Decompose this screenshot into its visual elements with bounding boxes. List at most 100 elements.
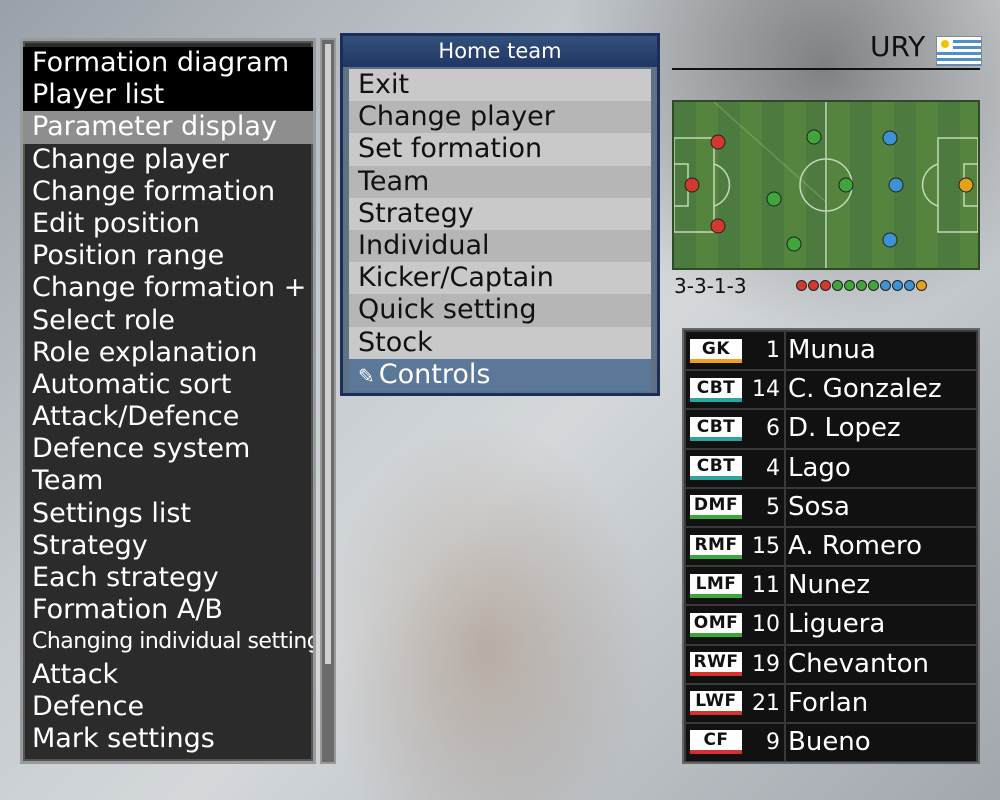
player-name: A. Romero: [786, 527, 976, 566]
help-topic-item[interactable]: Each strategy: [23, 562, 313, 594]
help-topic-item[interactable]: Formation A/B: [23, 594, 313, 626]
player-dot[interactable]: [882, 232, 898, 248]
player-dot[interactable]: [710, 218, 726, 234]
help-topic-item[interactable]: Change formation: [23, 176, 313, 208]
player-dot[interactable]: [838, 177, 854, 193]
menu-item[interactable]: Exit: [349, 69, 651, 102]
shirt-number: 14: [752, 377, 780, 403]
formation-label: 3-3-1-3: [674, 274, 747, 298]
position-badge: RMF: [690, 534, 742, 559]
position-badge: LMF: [690, 573, 742, 598]
help-topic-item[interactable]: Strategy: [23, 530, 313, 562]
help-topic-item[interactable]: Settings list: [23, 498, 313, 530]
player-row[interactable]: CF 9 Bueno: [686, 723, 976, 762]
shirt-number: 5: [766, 494, 780, 520]
player-row[interactable]: OMF 10 Liguera: [686, 606, 976, 644]
menu-item[interactable]: Individual: [349, 229, 651, 263]
position-cell: LWF 21: [686, 684, 784, 722]
player-dot[interactable]: [684, 177, 700, 193]
help-topic-item[interactable]: Role explanation: [23, 337, 313, 369]
help-topic-item[interactable]: Team: [23, 465, 313, 497]
legend-dot: [808, 280, 819, 291]
player-row[interactable]: CBT 4 Lago: [686, 449, 976, 487]
scrollbar-thumb[interactable]: [325, 44, 331, 664]
player-row[interactable]: DMF 5 Sosa: [686, 488, 976, 526]
player-name: D. Lopez: [786, 410, 976, 448]
help-topics-scrollbar[interactable]: [320, 38, 336, 764]
player-row[interactable]: RMF 15 A. Romero: [686, 527, 976, 566]
help-topic-item[interactable]: Defence: [23, 691, 313, 723]
position-cell: OMF 10: [686, 606, 784, 644]
menu-item[interactable]: Change player: [349, 101, 651, 134]
player-name: Munua: [786, 332, 976, 370]
player-dot[interactable]: [958, 177, 974, 193]
menu-item[interactable]: Strategy: [349, 197, 651, 230]
shirt-number: 4: [766, 455, 780, 481]
controller-icon: ✎: [358, 363, 375, 388]
player-dot[interactable]: [888, 177, 904, 193]
legend-dot: [844, 280, 855, 291]
player-dot[interactable]: [882, 130, 898, 146]
menu-item-controls[interactable]: ✎ Controls: [349, 358, 651, 391]
menu-item[interactable]: Team: [349, 165, 651, 198]
shirt-number: 15: [752, 534, 780, 560]
help-topic-item[interactable]: Edit position: [23, 208, 313, 240]
help-topic-item[interactable]: Player list: [23, 79, 313, 112]
help-topic-item[interactable]: Select role: [23, 305, 313, 337]
player-dot[interactable]: [806, 129, 822, 145]
help-topic-item[interactable]: Changing individual settings: [23, 626, 313, 658]
help-topics-list: Formation diagram Player list Parameter di…: [23, 41, 313, 755]
legend-dot: [796, 280, 807, 291]
help-topic-item[interactable]: Position range: [23, 240, 313, 272]
position-badge: CBT: [690, 377, 742, 402]
menu-item[interactable]: Set formation: [349, 133, 651, 166]
player-color-legend: [796, 280, 927, 291]
background-photo-shade: [320, 420, 650, 800]
sun-of-may-icon: [937, 37, 953, 50]
position-cell: LMF 11: [686, 567, 784, 605]
team-code: URY: [870, 30, 926, 63]
position-badge: GK: [690, 338, 742, 363]
uruguay-flag-icon: [936, 36, 982, 66]
position-cell: RMF 15: [686, 527, 784, 566]
player-row[interactable]: GK 1 Munua: [686, 332, 976, 370]
player-row[interactable]: RWF 19 Chevanton: [686, 645, 976, 683]
help-topic-item[interactable]: Automatic sort: [23, 369, 313, 401]
player-row[interactable]: LMF 11 Nunez: [686, 567, 976, 605]
legend-dot: [868, 280, 879, 291]
player-dot[interactable]: [786, 236, 802, 252]
help-topic-item[interactable]: Mark settings: [23, 723, 313, 755]
player-row[interactable]: LWF 21 Forlan: [686, 684, 976, 722]
position-badge: DMF: [690, 495, 742, 520]
help-topic-item[interactable]: Formation diagram: [23, 47, 313, 80]
help-topic-item[interactable]: Attack/Defence: [23, 401, 313, 433]
player-row[interactable]: CBT 14 C. Gonzalez: [686, 371, 976, 409]
help-topic-item[interactable]: Change formation +: [23, 272, 313, 304]
player-dot[interactable]: [710, 134, 726, 150]
player-name: C. Gonzalez: [786, 371, 976, 409]
player-row[interactable]: CBT 6 D. Lopez: [686, 410, 976, 448]
position-badge: RWF: [690, 652, 742, 677]
help-topic-item[interactable]: Defence system: [23, 433, 313, 465]
menu-item[interactable]: Stock: [349, 326, 651, 359]
shirt-number: 19: [752, 651, 780, 677]
player-name: Bueno: [786, 723, 976, 762]
menu-item[interactable]: Quick setting: [349, 294, 651, 327]
position-cell: CF 9: [686, 723, 784, 762]
player-dot[interactable]: [766, 191, 782, 207]
help-topic-item[interactable]: Change player: [23, 144, 313, 176]
formation-pitch[interactable]: [672, 100, 980, 270]
position-cell: CBT 6: [686, 410, 784, 448]
help-topic-item[interactable]: Parameter display: [23, 111, 313, 144]
position-cell: GK 1: [686, 332, 784, 370]
menu-list: Exit Change player Set formation Team Strate…: [343, 67, 657, 391]
menu-item[interactable]: Kicker/Captain: [349, 262, 651, 295]
player-name: Chevanton: [786, 645, 976, 683]
position-cell: CBT 4: [686, 449, 784, 487]
player-name: Sosa: [786, 488, 976, 526]
legend-dot: [892, 280, 903, 291]
shirt-number: 10: [752, 612, 780, 638]
position-badge: CBT: [690, 416, 742, 441]
help-topic-item[interactable]: Attack: [23, 659, 313, 691]
player-name: Nunez: [786, 567, 976, 605]
